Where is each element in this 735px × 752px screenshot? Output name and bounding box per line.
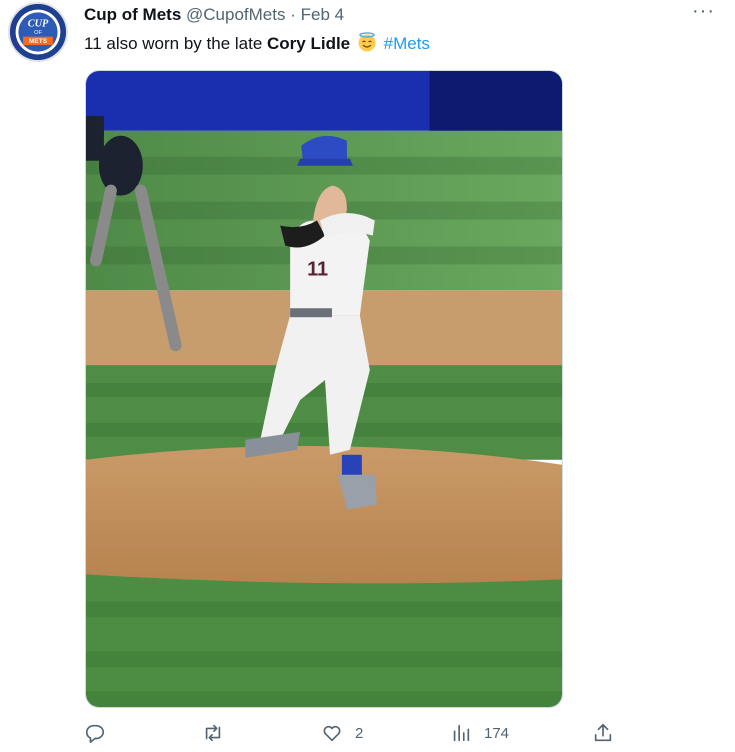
share-button[interactable] bbox=[592, 722, 614, 744]
views-icon bbox=[453, 724, 470, 742]
like-count: 2 bbox=[355, 724, 364, 742]
share-icon bbox=[594, 723, 612, 742]
like-button[interactable]: 2 bbox=[321, 722, 363, 744]
retweet-icon bbox=[205, 724, 221, 742]
tweet-text-before: 11 also worn by the late bbox=[84, 34, 268, 53]
heart-icon bbox=[323, 725, 341, 742]
views-count: 174 bbox=[484, 724, 510, 742]
pitcher-photo: 11 bbox=[86, 71, 562, 707]
logo-text-of: OF bbox=[34, 30, 42, 36]
hashtag-link[interactable]: #Mets bbox=[384, 34, 430, 53]
jersey-number: 11 bbox=[307, 258, 328, 280]
handle[interactable]: @CupofMets bbox=[186, 5, 285, 24]
logo-text-cup: CUP bbox=[28, 18, 49, 29]
tweet-header: Cup of Mets @CupofMets · Feb 4 bbox=[84, 5, 344, 25]
separator-dot: · bbox=[290, 5, 296, 24]
reply-icon bbox=[85, 724, 105, 743]
logo-text-mets: METS bbox=[29, 38, 48, 45]
post-date[interactable]: Feb 4 bbox=[301, 5, 344, 24]
display-name[interactable]: Cup of Mets bbox=[84, 5, 181, 24]
tweet-text: 11 also worn by the late Cory Lidle #Met… bbox=[84, 32, 430, 54]
cup-of-mets-logo: CUP OF METS bbox=[10, 4, 66, 60]
more-options-icon[interactable]: ··· bbox=[692, 0, 715, 23]
action-bar: 2 174 bbox=[84, 722, 624, 752]
reply-button[interactable] bbox=[84, 722, 118, 744]
tweet-bold-name: Cory Lidle bbox=[267, 34, 351, 53]
avatar[interactable]: CUP OF METS bbox=[8, 2, 68, 62]
retweet-button[interactable] bbox=[202, 722, 236, 744]
smiling-face-with-halo-icon bbox=[357, 32, 377, 52]
views-button[interactable]: 174 bbox=[450, 722, 509, 744]
tweet-photo[interactable]: 11 bbox=[85, 70, 563, 708]
